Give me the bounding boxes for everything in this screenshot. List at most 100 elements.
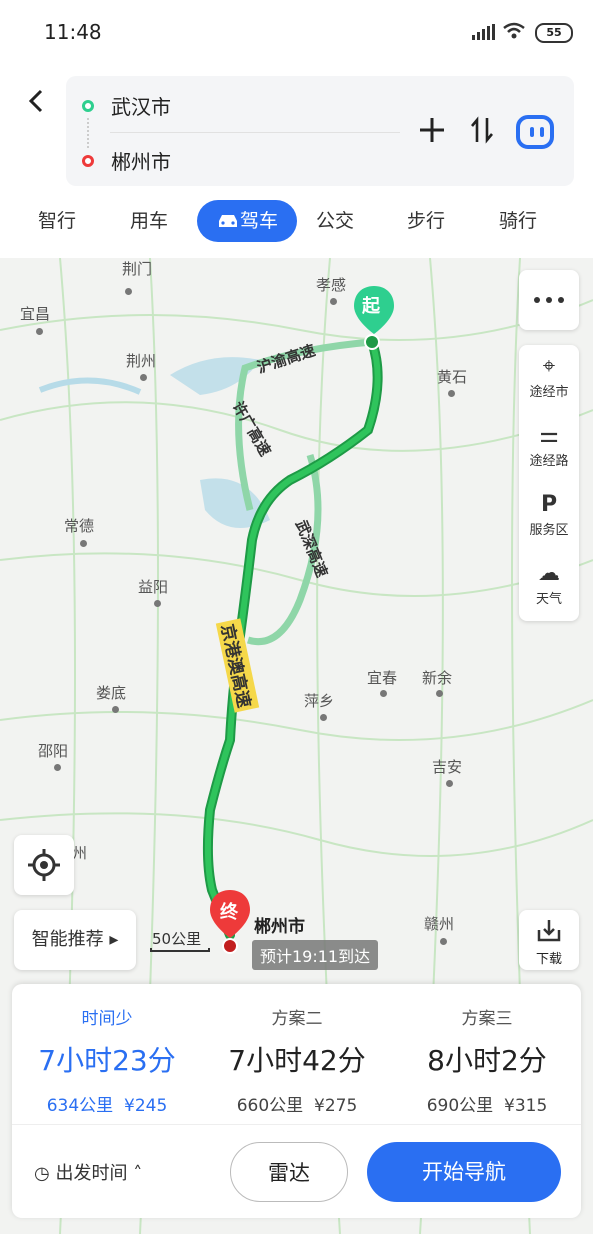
clock-icon: ◷ (34, 1163, 50, 1184)
map-place-label: 邵阳 (38, 742, 69, 760)
swap-route-icon[interactable] (468, 116, 496, 144)
panel-divider (12, 1124, 581, 1125)
download-button[interactable]: 下载 (519, 910, 579, 970)
more-options-button[interactable] (519, 270, 579, 330)
chevron-up-icon: ˄ (133, 1163, 143, 1184)
tool-label: 服务区 (529, 523, 569, 538)
add-waypoint-icon[interactable] (418, 116, 446, 144)
plan-name: 方案二 (271, 1009, 323, 1029)
town-dot (54, 764, 61, 771)
travel-mode-tabs: 智行 用车 驾车 公交 步行 骑行 (0, 200, 593, 244)
plan-duration: 7小时42分 (228, 1044, 366, 1077)
start-navigation-button[interactable]: 开始导航 (367, 1142, 561, 1202)
route-tools-panel: ⌖ 途经市 ⚌ 途经路 P 服务区 ☁ 天气 (519, 345, 579, 621)
plan-option-1[interactable]: 时间少 7小时23分 634公里 ¥245 (12, 984, 202, 1116)
map-place-label: 州 (72, 844, 88, 862)
town-dot (125, 288, 132, 295)
plan-name: 时间少 (81, 1009, 133, 1029)
map-place-label: 荆门 (122, 260, 153, 278)
town-dot (80, 540, 87, 547)
plan-info: 634公里 ¥245 (46, 1096, 168, 1116)
waypoint-road-icon: ⚌ (539, 423, 559, 448)
service-area-icon: P (540, 492, 558, 517)
map-place-label: 萍乡 (304, 692, 335, 710)
tab-walk[interactable]: 步行 (387, 200, 465, 242)
triangle-right-icon: ▸ (103, 929, 119, 950)
plan-name: 方案三 (461, 1009, 513, 1029)
origin-input[interactable]: 武汉市 (111, 91, 171, 120)
tool-label: 天气 (535, 592, 562, 607)
town-dot (380, 690, 387, 697)
tab-drive[interactable]: 驾车 (197, 200, 297, 242)
end-marker-label: 终 (220, 902, 238, 923)
town-dot (36, 328, 43, 335)
smart-recommend-button[interactable]: 智能推荐 ▸ (14, 910, 136, 970)
locate-button[interactable] (14, 835, 74, 895)
plan-option-2[interactable]: 方案二 7小时42分 660公里 ¥275 (202, 984, 392, 1116)
tool-label: 途经路 (529, 454, 569, 469)
town-dot (140, 374, 147, 381)
tab-bike[interactable]: 骑行 (479, 200, 557, 242)
map-place-label: 赣州 (424, 915, 455, 933)
weather-button[interactable]: ☁ 天气 (519, 552, 579, 621)
route-connector (87, 118, 91, 148)
town-dot (330, 298, 337, 305)
map-place-label: 孝感 (316, 276, 347, 294)
waypoint-city-button[interactable]: ⌖ 途经市 (519, 345, 579, 414)
origin-dot-icon (82, 100, 94, 112)
destination-dot-icon (82, 155, 94, 167)
service-area-button[interactable]: P 服务区 (519, 483, 579, 552)
map-place-label: 益阳 (138, 578, 169, 596)
map-place-label: 宜春 (367, 669, 398, 687)
town-dot (446, 780, 453, 787)
signal-icon (472, 24, 495, 40)
back-icon[interactable] (26, 87, 48, 115)
plan-duration: 8小时2分 (427, 1044, 547, 1077)
depart-time-button[interactable]: ◷ 出发时间 ˄ (34, 1159, 142, 1185)
battery-icon: 55 (535, 23, 573, 43)
wifi-icon (503, 22, 525, 39)
smart-recommend-label: 智能推荐 (31, 929, 104, 950)
depart-time-label: 出发时间 (55, 1163, 128, 1184)
map-place-label: 娄底 (96, 684, 127, 702)
voice-assistant-icon[interactable] (516, 115, 554, 149)
status-time: 11:48 (44, 20, 102, 44)
destination-map-label: 郴州市 (254, 917, 305, 937)
radar-button[interactable]: 雷达 (230, 1142, 348, 1202)
town-dot (154, 600, 161, 607)
locate-icon (28, 849, 60, 881)
destination-input[interactable]: 郴州市 (111, 146, 171, 175)
waypoint-road-button[interactable]: ⚌ 途经路 (519, 414, 579, 483)
plan-duration: 7小时23分 (38, 1044, 176, 1077)
download-icon (537, 920, 561, 942)
weather-icon: ☁ (538, 561, 560, 586)
tool-label: 途经市 (529, 385, 569, 400)
tab-smart[interactable]: 智行 (18, 200, 96, 242)
map-place-label: 荆州 (126, 352, 157, 370)
download-label: 下载 (535, 952, 562, 967)
map-place-label: 常德 (64, 517, 95, 535)
map-scale-bar (150, 948, 210, 952)
town-dot (436, 690, 443, 697)
tab-ride[interactable]: 用车 (110, 200, 188, 242)
tab-transit[interactable]: 公交 (296, 200, 374, 242)
map-place-label: 黄石 (437, 368, 468, 386)
route-divider (110, 132, 400, 133)
car-icon (218, 215, 237, 227)
town-dot (440, 938, 447, 945)
route-plans-panel: 时间少 7小时23分 634公里 ¥245 方案二 7小时42分 660公里 ¥… (12, 984, 581, 1218)
town-dot (112, 706, 119, 713)
map-place-label: 宜昌 (20, 305, 51, 323)
plan-info: 660公里 ¥275 (236, 1096, 358, 1116)
status-bar: 11:48 55 (0, 0, 593, 62)
eta-badge: 预计19:11到达 (252, 940, 379, 970)
waypoint-city-icon: ⌖ (542, 354, 556, 379)
start-marker-label: 起 (362, 296, 380, 317)
map-scale-label: 50公里 (152, 930, 202, 948)
town-dot (320, 714, 327, 721)
map-place-label: 新余 (422, 669, 453, 687)
map-place-label: 吉安 (432, 758, 463, 776)
tab-drive-label: 驾车 (239, 210, 278, 232)
plan-option-3[interactable]: 方案三 8小时2分 690公里 ¥315 (392, 984, 582, 1116)
plan-info: 690公里 ¥315 (426, 1096, 548, 1116)
